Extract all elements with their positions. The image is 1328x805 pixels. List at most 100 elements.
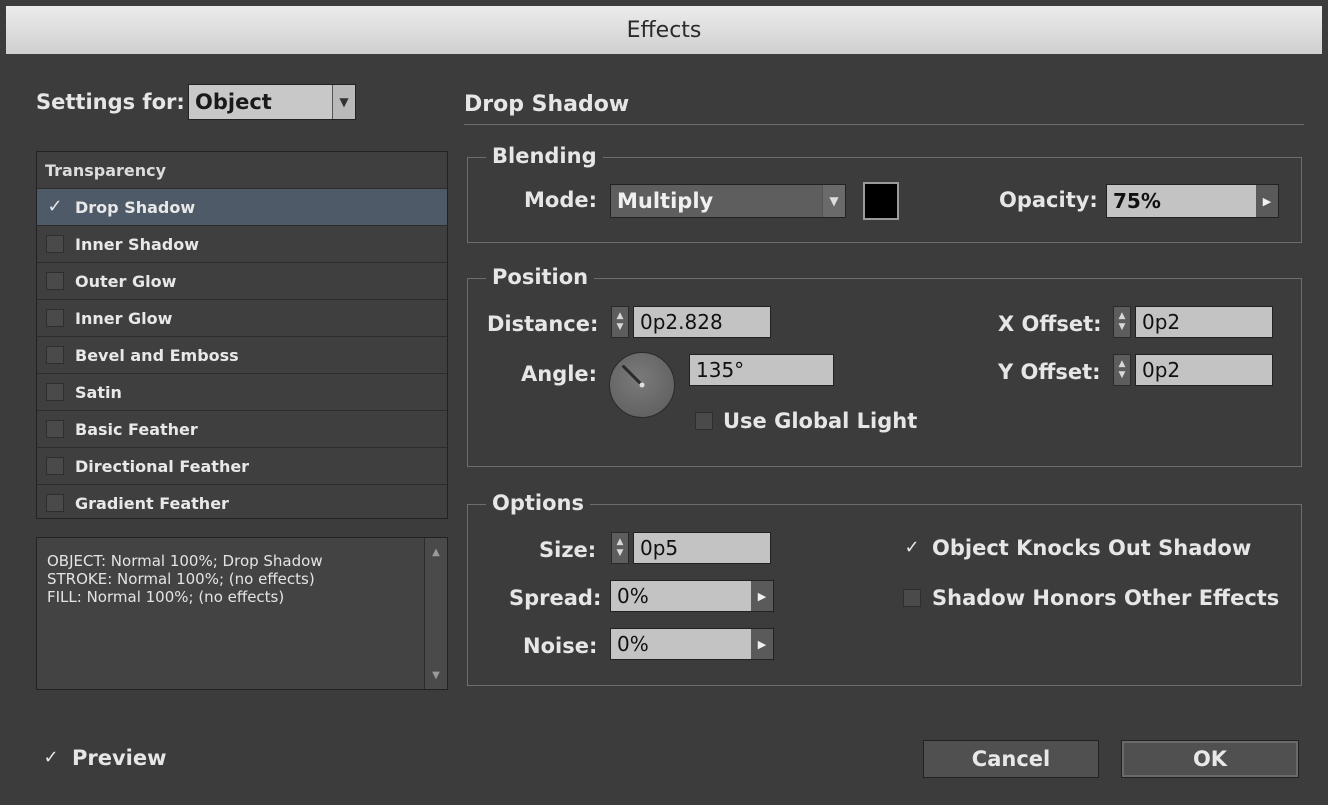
- list-item-outer-glow[interactable]: Outer Glow: [37, 263, 447, 300]
- list-item-directional-feather[interactable]: Directional Feather: [37, 448, 447, 485]
- list-item-gradient-feather[interactable]: Gradient Feather: [37, 485, 447, 521]
- size-value: 0p5: [640, 536, 679, 560]
- distance-value: 0p2.828: [640, 310, 723, 334]
- swatch-fill: [865, 184, 897, 218]
- list-item-drop-shadow[interactable]: ✓ Drop Shadow: [37, 189, 447, 226]
- opacity-label: Opacity:: [999, 188, 1098, 212]
- list-item-label: Gradient Feather: [75, 493, 229, 513]
- list-header-transparency[interactable]: Transparency: [37, 152, 447, 189]
- effect-checkbox[interactable]: [46, 346, 64, 364]
- list-item-label: Inner Glow: [75, 308, 173, 328]
- cancel-label: Cancel: [971, 747, 1051, 771]
- distance-stepper[interactable]: ▲ ▼: [611, 306, 629, 338]
- y-offset-stepper[interactable]: ▲ ▼: [1113, 354, 1131, 386]
- angle-label: Angle:: [521, 362, 598, 386]
- effect-checkbox[interactable]: [46, 420, 64, 438]
- stepper-up-icon[interactable]: ▲: [617, 311, 624, 322]
- x-offset-value: 0p2: [1142, 310, 1181, 334]
- shadow-color-swatch[interactable]: [863, 182, 899, 220]
- distance-field[interactable]: 0p2.828: [633, 306, 771, 338]
- panel-title: Drop Shadow: [464, 92, 630, 117]
- scroll-up-icon[interactable]: ▲: [425, 542, 447, 562]
- stepper-down-icon[interactable]: ▼: [1119, 322, 1126, 333]
- x-offset-field[interactable]: 0p2: [1135, 306, 1273, 338]
- spread-field[interactable]: 0% ▶: [610, 580, 774, 612]
- preview-label: Preview: [72, 746, 167, 770]
- knocks-out-checkbox[interactable]: ✓: [903, 539, 921, 557]
- size-field[interactable]: 0p5: [633, 532, 771, 564]
- check-icon: ✓: [43, 747, 59, 768]
- list-item-label: Satin: [75, 382, 122, 402]
- list-item-label: Directional Feather: [75, 456, 250, 476]
- x-offset-stepper[interactable]: ▲ ▼: [1113, 306, 1131, 338]
- effects-dialog: Settings for: Object ▼ Transparency ✓ Dr…: [6, 54, 1322, 799]
- summary-scrollbar[interactable]: ▲ ▼: [424, 538, 447, 689]
- use-global-light-checkbox[interactable]: [695, 412, 713, 430]
- noise-field[interactable]: 0% ▶: [610, 628, 774, 660]
- effect-checkbox[interactable]: [46, 309, 64, 327]
- x-offset-label: X Offset:: [998, 312, 1102, 336]
- y-offset-field[interactable]: 0p2: [1135, 354, 1273, 386]
- ok-label: OK: [1192, 747, 1228, 771]
- angle-dial[interactable]: [609, 352, 675, 418]
- stepper-down-icon[interactable]: ▼: [617, 322, 624, 333]
- title-bar: Effects: [6, 6, 1322, 55]
- check-icon[interactable]: ✓: [46, 198, 64, 216]
- summary-line-fill: FILL: Normal 100%; (no effects): [47, 588, 285, 606]
- options-title: Options: [486, 491, 590, 515]
- cancel-button[interactable]: Cancel: [923, 740, 1099, 778]
- mode-label: Mode:: [524, 188, 597, 212]
- effect-checkbox[interactable]: [46, 272, 64, 290]
- settings-for-value: Object: [195, 90, 272, 114]
- preview-checkbox[interactable]: ✓: [42, 749, 60, 767]
- stepper-up-icon[interactable]: ▲: [1119, 311, 1126, 322]
- size-label: Size:: [539, 538, 597, 562]
- flyout-arrow-icon[interactable]: ▶: [1256, 185, 1278, 217]
- effect-checkbox[interactable]: [46, 235, 64, 253]
- effect-checkbox[interactable]: [46, 494, 64, 512]
- opacity-field[interactable]: 75% ▶: [1106, 184, 1279, 218]
- spread-value: 0%: [617, 584, 649, 608]
- effects-list: Transparency ✓ Drop Shadow Inner Shadow …: [36, 151, 448, 519]
- scroll-down-icon[interactable]: ▼: [425, 665, 447, 685]
- list-item-satin[interactable]: Satin: [37, 374, 447, 411]
- list-item-label: Inner Shadow: [75, 234, 199, 254]
- stepper-up-icon[interactable]: ▲: [1119, 359, 1126, 370]
- honors-effects-label: Shadow Honors Other Effects: [932, 586, 1280, 610]
- angle-field[interactable]: 135°: [689, 354, 834, 386]
- ok-button[interactable]: OK: [1121, 740, 1299, 778]
- settings-for-label: Settings for:: [36, 90, 185, 114]
- stepper-down-icon[interactable]: ▼: [1119, 370, 1126, 381]
- effect-checkbox[interactable]: [46, 383, 64, 401]
- y-offset-label: Y Offset:: [998, 360, 1101, 384]
- stepper-up-icon[interactable]: ▲: [617, 537, 624, 548]
- angle-value: 135°: [696, 358, 745, 382]
- effect-checkbox[interactable]: [46, 457, 64, 475]
- knocks-out-label: Object Knocks Out Shadow: [932, 536, 1252, 560]
- list-item-inner-shadow[interactable]: Inner Shadow: [37, 226, 447, 263]
- opacity-value: 75%: [1113, 189, 1161, 213]
- check-icon: ✓: [904, 537, 920, 558]
- noise-label: Noise:: [523, 634, 598, 658]
- list-item-bevel-and-emboss[interactable]: Bevel and Emboss: [37, 337, 447, 374]
- flyout-arrow-icon[interactable]: ▶: [751, 629, 773, 659]
- distance-label: Distance:: [487, 312, 599, 336]
- size-stepper[interactable]: ▲ ▼: [611, 532, 629, 564]
- angle-needle: [622, 365, 645, 388]
- blend-mode-dropdown[interactable]: Multiply ▼: [610, 184, 846, 218]
- summary-line-stroke: STROKE: Normal 100%; (no effects): [47, 570, 315, 588]
- honors-effects-checkbox[interactable]: [903, 589, 921, 607]
- position-title: Position: [486, 265, 595, 289]
- flyout-arrow-icon[interactable]: ▶: [751, 581, 773, 611]
- y-offset-value: 0p2: [1142, 358, 1181, 382]
- effects-summary: OBJECT: Normal 100%; Drop Shadow STROKE:…: [36, 537, 448, 690]
- chevron-down-icon: ▼: [822, 185, 845, 217]
- stepper-down-icon[interactable]: ▼: [617, 548, 624, 559]
- spread-label: Spread:: [509, 586, 602, 610]
- list-item-label: Outer Glow: [75, 271, 177, 291]
- list-item-inner-glow[interactable]: Inner Glow: [37, 300, 447, 337]
- use-global-light-label: Use Global Light: [723, 409, 918, 433]
- list-item-label: Basic Feather: [75, 419, 198, 439]
- settings-for-dropdown[interactable]: Object ▼: [188, 84, 356, 120]
- list-item-basic-feather[interactable]: Basic Feather: [37, 411, 447, 448]
